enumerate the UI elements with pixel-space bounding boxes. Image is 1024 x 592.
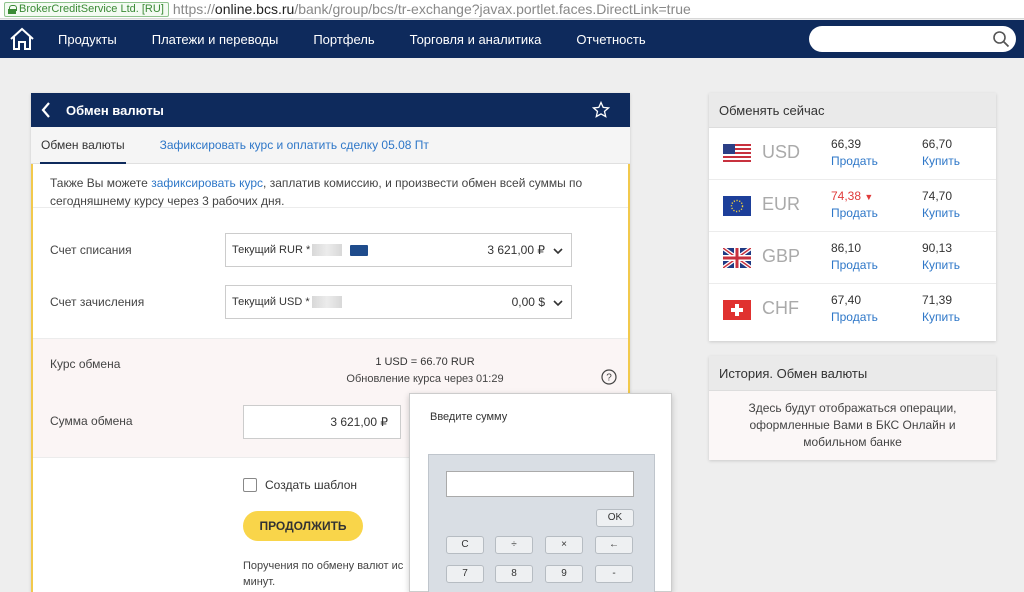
- credit-account-name: Текущий USD *: [232, 296, 310, 308]
- url-path: /bank/group/bcs/tr-exchange?javax.portle…: [294, 1, 691, 17]
- us-flag-icon: [723, 144, 751, 164]
- history-title: История. Обмен валюты: [709, 356, 996, 391]
- currency-row-gbp: GBP 86,10 Продать 90,13 Купить: [709, 232, 996, 284]
- history-panel: История. Обмен валюты Здесь будут отобра…: [709, 356, 996, 460]
- credit-row: Счет зачисления Текущий USD * 0,00 $: [33, 285, 628, 319]
- ssl-certificate-badge[interactable]: BrokerCreditService Ltd. [RU]: [4, 1, 169, 17]
- buy-link[interactable]: Купить: [922, 154, 960, 168]
- nav-payments[interactable]: Платежи и переводы: [152, 32, 279, 47]
- buy-rate: 90,13: [922, 241, 953, 255]
- template-checkbox[interactable]: [243, 478, 257, 492]
- currency-row-usd: USD 66,39 Продать 66,70 Купить: [709, 128, 996, 180]
- debit-balance: 3 621,00 ₽: [487, 243, 545, 257]
- help-icon[interactable]: ?: [601, 369, 617, 388]
- amount-calculator-popup: Введите сумму OK C ÷ × ← 7 8 9 -: [409, 393, 672, 592]
- url-domain: online.bcs.ru: [214, 1, 295, 17]
- continue-button[interactable]: ПРОДОЛЖИТЬ: [243, 511, 363, 541]
- rate-label: Курс обмена: [50, 357, 121, 371]
- sell-link[interactable]: Продать: [831, 206, 878, 220]
- buy-rate: 71,39: [922, 293, 953, 307]
- calc-divide-button[interactable]: ÷: [495, 536, 533, 554]
- calc-9-button[interactable]: 9: [545, 565, 583, 583]
- swiss-flag-icon: [723, 300, 751, 320]
- back-chevron-icon[interactable]: [31, 101, 61, 119]
- nav-products[interactable]: Продукты: [58, 32, 117, 47]
- sell-rate: 66,39: [831, 137, 862, 151]
- credit-label: Счет зачисления: [50, 295, 145, 309]
- certificate-label: BrokerCreditService Ltd. [RU]: [19, 3, 164, 15]
- nav-reports[interactable]: Отчетность: [576, 32, 645, 47]
- card-header: Обмен валюты: [31, 93, 630, 127]
- nav-portfolio[interactable]: Портфель: [313, 32, 374, 47]
- buy-link[interactable]: Купить: [922, 258, 960, 272]
- debit-label: Счет списания: [50, 243, 132, 257]
- tab-fix-rate[interactable]: Зафиксировать курс и оплатить сделку 05.…: [160, 138, 429, 152]
- calc-7-button[interactable]: 7: [446, 565, 484, 583]
- currency-code: EUR: [762, 194, 801, 214]
- calculator-display[interactable]: [446, 471, 634, 497]
- history-empty-text: Здесь будут отображаться операции, оформ…: [709, 391, 996, 460]
- sell-rate: 86,10: [831, 241, 862, 255]
- calc-backspace-button[interactable]: ←: [595, 536, 633, 554]
- debit-account-name: Текущий RUR *: [232, 244, 311, 256]
- card-title: Обмен валюты: [66, 102, 164, 118]
- search-input[interactable]: [809, 26, 1016, 52]
- eu-flag-icon: [723, 196, 751, 216]
- rate-value: 1 USD = 66.70 RUR: [375, 356, 475, 368]
- calculator-keypad: OK C ÷ × ← 7 8 9 -: [428, 454, 655, 592]
- calc-8-button[interactable]: 8: [495, 565, 533, 583]
- sell-rate: 74,38 ▼: [831, 189, 874, 203]
- uk-flag-icon: [721, 246, 753, 270]
- search-icon[interactable]: [992, 30, 1010, 51]
- chevron-down-icon[interactable]: [553, 246, 563, 258]
- currency-row-eur: EUR 74,38 ▼ Продать 74,70 Купить: [709, 180, 996, 232]
- masked-account-number: [311, 296, 342, 308]
- sell-link[interactable]: Продать: [831, 310, 878, 324]
- info-text: Также Вы можете зафиксировать курс, запл…: [33, 164, 628, 208]
- buy-link[interactable]: Купить: [922, 206, 960, 220]
- calc-ok-button[interactable]: OK: [596, 509, 634, 527]
- home-icon[interactable]: [8, 25, 36, 53]
- rate-update-timer: Обновление курса через 01:29: [346, 373, 504, 385]
- calc-clear-button[interactable]: C: [446, 536, 484, 554]
- credit-balance: 0,00 $: [511, 295, 545, 309]
- favorite-star-icon[interactable]: [591, 100, 611, 122]
- credit-account-select[interactable]: Текущий USD * 0,00 $: [225, 285, 572, 319]
- url-text[interactable]: https://online.bcs.ru/bank/group/bcs/tr-…: [173, 1, 691, 17]
- currency-code: CHF: [762, 298, 799, 318]
- address-bar[interactable]: BrokerCreditService Ltd. [RU] https://on…: [0, 0, 1024, 19]
- currency-row-chf: CHF 67,40 Продать 71,39 Купить: [709, 284, 996, 336]
- template-label: Создать шаблон: [265, 478, 358, 492]
- calc-multiply-button[interactable]: ×: [545, 536, 583, 554]
- sum-label: Сумма обмена: [50, 414, 133, 428]
- exchange-now-panel: Обменять сейчас USD 66,39 Продать 66,70 …: [709, 93, 996, 341]
- debit-row: Счет списания Текущий RUR * 3 621,00 ₽: [33, 233, 628, 267]
- buy-link[interactable]: Купить: [922, 310, 960, 324]
- arrow-down-icon: ▼: [864, 192, 874, 202]
- calc-minus-button[interactable]: -: [595, 565, 633, 583]
- svg-text:?: ?: [606, 373, 612, 384]
- buy-rate: 66,70: [922, 137, 953, 151]
- debit-account-select[interactable]: Текущий RUR * 3 621,00 ₽: [225, 233, 572, 267]
- lock-icon: [8, 4, 17, 14]
- chevron-down-icon[interactable]: [553, 298, 563, 310]
- tab-exchange[interactable]: Обмен валюты: [40, 127, 126, 164]
- sell-rate: 67,40: [831, 293, 862, 307]
- tab-bar: Обмен валюты Зафиксировать курс и оплати…: [31, 127, 630, 164]
- sell-link[interactable]: Продать: [831, 154, 878, 168]
- popup-title: Введите сумму: [430, 411, 508, 423]
- create-template-row[interactable]: Создать шаблон: [243, 478, 357, 492]
- bank-card-icon: [350, 244, 369, 256]
- exchange-note: Поручения по обмену валют ис минут.: [243, 560, 404, 588]
- currency-code: USD: [762, 142, 801, 162]
- nav-trading[interactable]: Торговля и аналитика: [410, 32, 542, 47]
- buy-rate: 74,70: [922, 189, 953, 203]
- currency-code: GBP: [762, 246, 801, 266]
- sum-input[interactable]: 3 621,00 ₽: [243, 405, 401, 439]
- main-navigation: Продукты Платежи и переводы Портфель Тор…: [0, 20, 1024, 58]
- fix-rate-link[interactable]: зафиксировать курс: [151, 176, 263, 190]
- exchange-now-title: Обменять сейчас: [709, 93, 996, 128]
- masked-account-number: [312, 244, 343, 256]
- sell-link[interactable]: Продать: [831, 258, 878, 272]
